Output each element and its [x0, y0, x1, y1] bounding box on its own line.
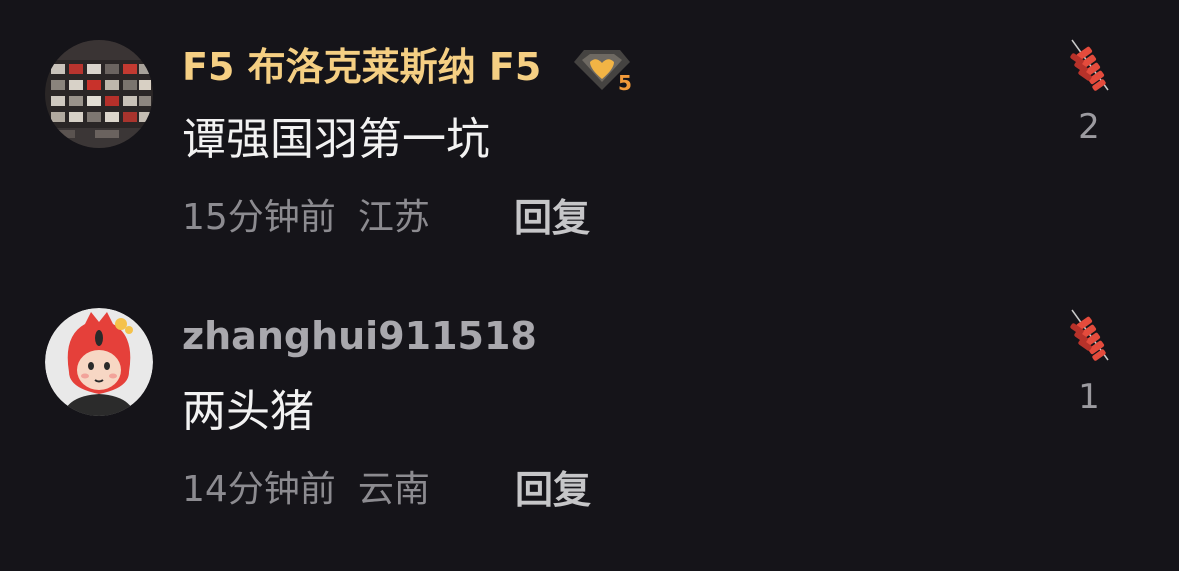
avatar[interactable] — [45, 308, 153, 416]
comment-meta: 14分钟前 云南 — [182, 472, 430, 508]
reply-button[interactable]: 回复 — [514, 199, 590, 237]
reply-button[interactable]: 回复 — [515, 471, 591, 509]
comment-text: 谭强国羽第一坑 — [182, 114, 490, 165]
comment-meta: 15分钟前 江苏 — [182, 200, 430, 236]
badge-level: 5 — [618, 71, 632, 94]
comment-time: 14分钟前 — [182, 469, 336, 510]
firecracker-icon[interactable] — [1066, 308, 1114, 368]
username[interactable]: F5 布洛克莱斯纳 F5 — [182, 48, 541, 86]
comment-location: 云南 — [357, 469, 430, 510]
comment-time: 15分钟前 — [182, 197, 336, 238]
comment-text: 两头猪 — [182, 386, 314, 437]
firecracker-icon[interactable] — [1066, 38, 1114, 98]
username[interactable]: zhanghui911518 — [182, 317, 537, 355]
comment-item: zhanghui911518 两头猪 14分钟前 云南 回复 1 — [0, 270, 1179, 510]
avatar[interactable] — [45, 40, 153, 148]
like-count: 2 — [1078, 107, 1100, 147]
like-count: 1 — [1078, 377, 1100, 417]
comment-location: 江苏 — [357, 197, 430, 238]
gold-heart-level-icon: 5 — [570, 42, 634, 95]
comment-item: F5 布洛克莱斯纳 F5 5 谭强国羽第一坑 15分钟前 江苏 回复 2 — [0, 0, 1179, 240]
